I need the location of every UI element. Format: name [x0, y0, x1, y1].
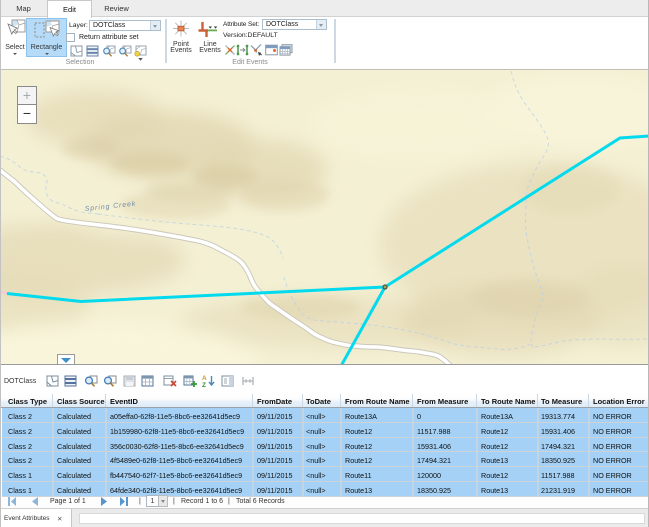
svg-text:A: A [202, 375, 207, 382]
svg-text:Z: Z [202, 382, 206, 387]
